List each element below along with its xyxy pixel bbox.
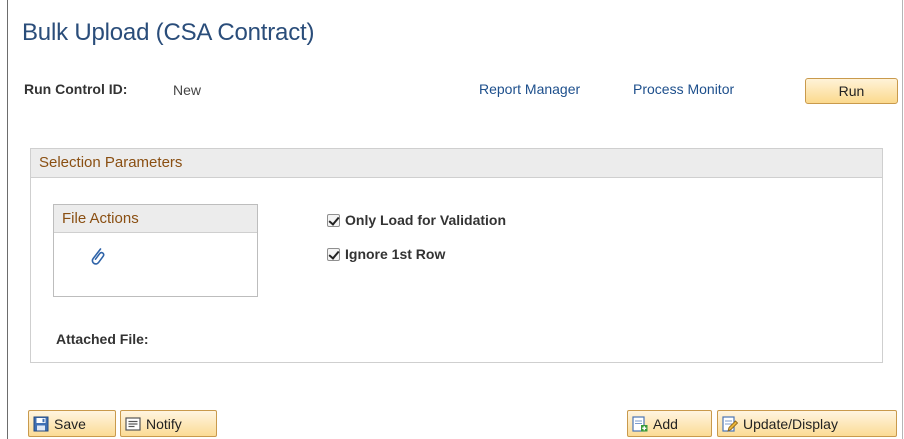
update-display-button-label: Update/Display <box>743 415 838 432</box>
run-control-id-label: Run Control ID: <box>24 81 128 97</box>
frame-right-border <box>902 0 903 439</box>
file-actions-header: File Actions <box>54 205 257 233</box>
ignore-first-row-row[interactable]: Ignore 1st Row <box>327 246 445 262</box>
page-title: Bulk Upload (CSA Contract) <box>22 19 315 46</box>
only-load-for-validation-checkbox[interactable] <box>327 213 340 227</box>
run-button[interactable]: Run <box>805 78 898 104</box>
attached-file-label: Attached File: <box>56 331 149 347</box>
update-display-icon <box>722 415 738 432</box>
file-actions-box: File Actions <box>53 204 258 297</box>
process-monitor-link[interactable]: Process Monitor <box>633 81 734 97</box>
selection-parameters-group: Selection Parameters File Actions Only L… <box>30 148 883 363</box>
report-manager-link[interactable]: Report Manager <box>479 81 580 97</box>
notify-icon <box>125 416 141 431</box>
paperclip-icon[interactable] <box>89 245 105 267</box>
save-icon <box>33 416 49 431</box>
add-button[interactable]: Add <box>627 410 712 437</box>
run-control-id-value: New <box>173 82 202 98</box>
only-load-for-validation-label: Only Load for Validation <box>345 212 507 228</box>
frame-left-border <box>7 0 8 439</box>
ignore-first-row-checkbox[interactable] <box>327 247 340 261</box>
update-display-button[interactable]: Update/Display <box>717 410 897 437</box>
notify-button[interactable]: Notify <box>120 410 217 437</box>
notify-button-label: Notify <box>146 415 182 432</box>
add-button-label: Add <box>653 415 678 432</box>
add-icon <box>632 415 648 432</box>
save-button[interactable]: Save <box>28 410 116 437</box>
ignore-first-row-label: Ignore 1st Row <box>345 246 446 262</box>
selection-parameters-header: Selection Parameters <box>31 149 882 178</box>
save-button-label: Save <box>54 415 86 432</box>
only-load-for-validation-row[interactable]: Only Load for Validation <box>327 212 506 228</box>
